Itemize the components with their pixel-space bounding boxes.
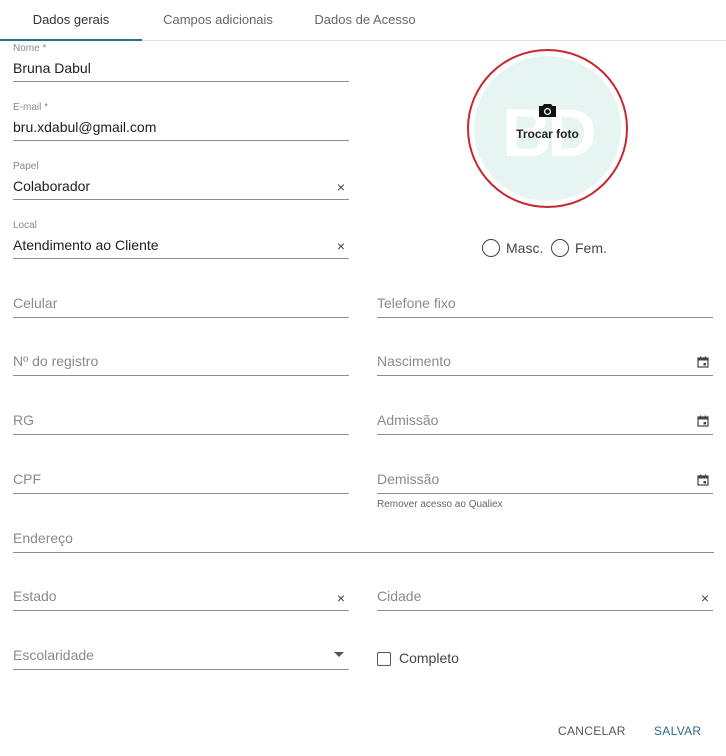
admissao-placeholder: Admissão bbox=[377, 412, 439, 428]
masc-radio[interactable] bbox=[482, 239, 500, 257]
demissao-placeholder: Demissão bbox=[377, 471, 440, 487]
cidade-placeholder: Cidade bbox=[377, 588, 422, 604]
email-field[interactable]: E-mail * bru.xdabul@gmail.com bbox=[13, 101, 349, 141]
email-value: bru.xdabul@gmail.com bbox=[13, 119, 157, 135]
avatar-ring: BD Trocar foto bbox=[467, 49, 628, 208]
escolaridade-select[interactable]: Escolaridade bbox=[13, 630, 349, 670]
tab-campos-adicionais[interactable]: Campos adicionais bbox=[142, 0, 294, 41]
estado-clear-icon[interactable]: × bbox=[337, 591, 345, 605]
celular-field[interactable]: Celular bbox=[13, 278, 349, 318]
camera-icon bbox=[539, 104, 556, 117]
local-value: Atendimento ao Cliente bbox=[13, 237, 159, 253]
endereco-field[interactable]: Endereço bbox=[13, 513, 714, 553]
masc-label: Masc. bbox=[506, 240, 544, 256]
change-photo-label[interactable]: Trocar foto bbox=[474, 127, 621, 141]
completo-checkbox[interactable] bbox=[377, 652, 391, 666]
nascimento-field[interactable]: Nascimento bbox=[377, 336, 713, 376]
demissao-hint: Remover acesso ao Qualiex bbox=[377, 499, 503, 510]
tab-dados-de-acesso[interactable]: Dados de Acesso bbox=[294, 0, 436, 41]
cidade-clear-icon[interactable]: × bbox=[701, 591, 709, 605]
local-label: Local bbox=[13, 220, 37, 231]
registro-placeholder: Nº do registro bbox=[13, 353, 99, 369]
avatar[interactable]: BD Trocar foto bbox=[474, 56, 621, 201]
tab-bar: Dados gerais Campos adicionais Dados de … bbox=[0, 0, 726, 41]
demissao-field[interactable]: Demissão bbox=[377, 454, 713, 494]
gender-fem[interactable]: Fem. bbox=[551, 238, 607, 258]
local-clear-icon[interactable]: × bbox=[337, 239, 345, 253]
save-button[interactable]: SALVAR bbox=[654, 724, 701, 738]
celular-placeholder: Celular bbox=[13, 295, 58, 311]
nome-label: Nome * bbox=[13, 43, 47, 54]
calendar-icon[interactable] bbox=[697, 356, 709, 368]
gender-masc[interactable]: Masc. bbox=[482, 238, 543, 258]
escolaridade-placeholder: Escolaridade bbox=[13, 647, 94, 663]
estado-placeholder: Estado bbox=[13, 588, 57, 604]
registro-field[interactable]: Nº do registro bbox=[13, 336, 349, 376]
admissao-field[interactable]: Admissão bbox=[377, 395, 713, 435]
email-label: E-mail * bbox=[13, 102, 49, 113]
cidade-field[interactable]: Cidade × bbox=[377, 571, 713, 611]
estado-field[interactable]: Estado × bbox=[13, 571, 349, 611]
chevron-down-icon[interactable] bbox=[334, 652, 344, 657]
nascimento-placeholder: Nascimento bbox=[377, 353, 451, 369]
endereco-placeholder: Endereço bbox=[13, 530, 73, 546]
papel-clear-icon[interactable]: × bbox=[337, 180, 345, 194]
cancel-button[interactable]: CANCELAR bbox=[558, 724, 626, 738]
nome-field[interactable]: Nome * Bruna Dabul bbox=[13, 42, 349, 82]
nome-value: Bruna Dabul bbox=[13, 60, 91, 76]
telefone-placeholder: Telefone fixo bbox=[377, 295, 456, 311]
cpf-placeholder: CPF bbox=[13, 471, 41, 487]
rg-field[interactable]: RG bbox=[13, 395, 349, 435]
calendar-icon[interactable] bbox=[697, 415, 709, 427]
fem-radio[interactable] bbox=[551, 239, 569, 257]
completo-label[interactable]: Completo bbox=[399, 650, 459, 666]
papel-label: Papel bbox=[13, 161, 39, 172]
fem-label: Fem. bbox=[575, 240, 607, 256]
telefone-field[interactable]: Telefone fixo bbox=[377, 278, 713, 318]
papel-value: Colaborador bbox=[13, 178, 91, 194]
cpf-field[interactable]: CPF bbox=[13, 454, 349, 494]
calendar-icon[interactable] bbox=[697, 474, 709, 486]
rg-placeholder: RG bbox=[13, 412, 34, 428]
papel-field[interactable]: Papel Colaborador × bbox=[13, 160, 349, 200]
local-field[interactable]: Local Atendimento ao Cliente × bbox=[13, 219, 349, 259]
tab-dados-gerais[interactable]: Dados gerais bbox=[0, 0, 142, 41]
